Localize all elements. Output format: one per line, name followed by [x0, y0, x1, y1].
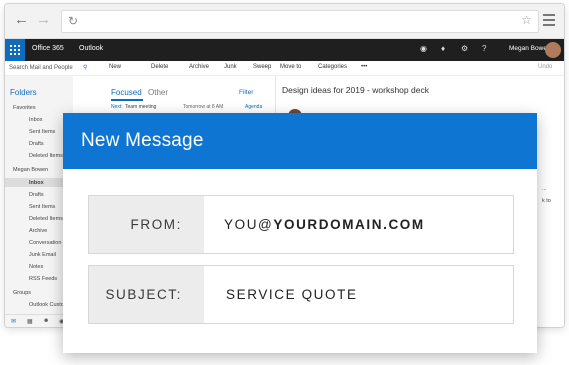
mail-icon[interactable]: ✉	[11, 318, 16, 325]
folder-item[interactable]: Notes	[29, 264, 43, 270]
arrow-right-icon[interactable]: →	[36, 12, 51, 28]
folder-item[interactable]: Drafts	[29, 141, 44, 147]
app-name[interactable]: Office 365	[32, 45, 64, 52]
groups-header[interactable]: Groups	[13, 290, 31, 296]
help-icon[interactable]: ?	[482, 44, 486, 53]
reload-icon[interactable]: ↻	[68, 14, 78, 28]
arrow-left-icon[interactable]: ←	[14, 12, 29, 28]
next-event-title: Team meeting	[125, 104, 157, 110]
undo-button[interactable]: Undo	[538, 64, 552, 70]
folder-item[interactable]: Archive	[29, 228, 47, 234]
new-button[interactable]: New	[109, 64, 121, 70]
office-suite-bar: Office 365 Outlook ◉ ♦ ⚙ ? Megan Bowen	[5, 39, 564, 61]
move-to-button[interactable]: Move to	[280, 64, 301, 70]
next-label: Next:	[111, 104, 123, 110]
avatar[interactable]	[545, 42, 561, 58]
folder-item[interactable]: Sent Items	[29, 204, 55, 210]
star-icon[interactable]: ☆	[521, 13, 532, 27]
card-header: New Message	[63, 113, 537, 169]
app-launcher-icon[interactable]	[5, 39, 25, 61]
hamburger-menu-icon[interactable]	[543, 14, 555, 29]
tab-focused-underline	[111, 99, 143, 101]
subject-field[interactable]: SUBJECT: SERVICE QUOTE	[88, 265, 514, 324]
subject-value[interactable]: SERVICE QUOTE	[226, 266, 358, 323]
gear-icon[interactable]: ⚙	[461, 44, 468, 53]
folder-item[interactable]: Junk Email	[29, 252, 56, 258]
sweep-button[interactable]: Sweep	[253, 64, 271, 70]
bell-icon[interactable]: ♦	[441, 44, 445, 53]
calendar-icon[interactable]: ▦	[27, 318, 33, 325]
people-icon[interactable]: ☻	[43, 318, 49, 324]
from-label: FROM:	[89, 196, 204, 253]
favorites-header[interactable]: Favorites	[13, 105, 36, 111]
reading-pane-text: k to	[542, 198, 551, 204]
filter-button[interactable]: Filter	[239, 89, 253, 96]
account-header[interactable]: Megan Bowen	[13, 167, 48, 173]
skype-icon[interactable]: ◉	[420, 44, 427, 53]
folder-item[interactable]: Drafts	[29, 192, 44, 198]
new-message-card: New Message FROM: YOU@ YOURDOMAIN.COM SUB…	[63, 113, 537, 353]
archive-button[interactable]: Archive	[189, 64, 209, 70]
from-value[interactable]: YOU@ YOURDOMAIN.COM	[224, 196, 425, 253]
from-field[interactable]: FROM: YOU@ YOURDOMAIN.COM	[88, 195, 514, 254]
folders-header[interactable]: Folders	[10, 88, 37, 97]
command-bar: Search Mail and People ⚲ New Delete Arch…	[5, 61, 564, 76]
junk-button[interactable]: Junk	[224, 64, 237, 70]
card-title: New Message	[81, 130, 204, 151]
address-bar[interactable]: ↻ ☆	[61, 10, 539, 33]
tab-other[interactable]: Other	[148, 88, 168, 97]
search-input[interactable]: Search Mail and People	[9, 65, 73, 71]
folder-item[interactable]: RSS Feeds	[29, 276, 57, 282]
tab-focused[interactable]: Focused	[111, 88, 142, 97]
search-icon[interactable]: ⚲	[83, 64, 87, 71]
from-value-domain: YOURDOMAIN.COM	[273, 217, 425, 232]
folder-item[interactable]: Deleted Items	[29, 153, 63, 159]
browser-toolbar: ← → ↻ ☆	[5, 4, 564, 39]
categories-button[interactable]: Categories	[318, 64, 347, 70]
folder-item[interactable]: Sent Items	[29, 129, 55, 135]
delete-button[interactable]: Delete	[151, 64, 168, 70]
agenda-link[interactable]: Agenda	[245, 104, 262, 110]
next-event-time: Tomorrow at 8 AM	[183, 104, 224, 110]
module-name[interactable]: Outlook	[79, 45, 103, 52]
reading-pane-text: ...	[542, 186, 547, 192]
from-value-prefix: YOU@	[224, 217, 274, 232]
folder-item[interactable]: Conversation	[29, 240, 61, 246]
folder-item[interactable]: Inbox	[29, 117, 42, 123]
email-subject: Design ideas for 2019 - workshop deck	[282, 85, 429, 95]
folder-item[interactable]: Deleted Items	[29, 216, 63, 222]
subject-label: SUBJECT:	[89, 266, 204, 323]
folder-item[interactable]: Inbox	[29, 180, 44, 186]
more-button[interactable]: •••	[361, 64, 367, 70]
